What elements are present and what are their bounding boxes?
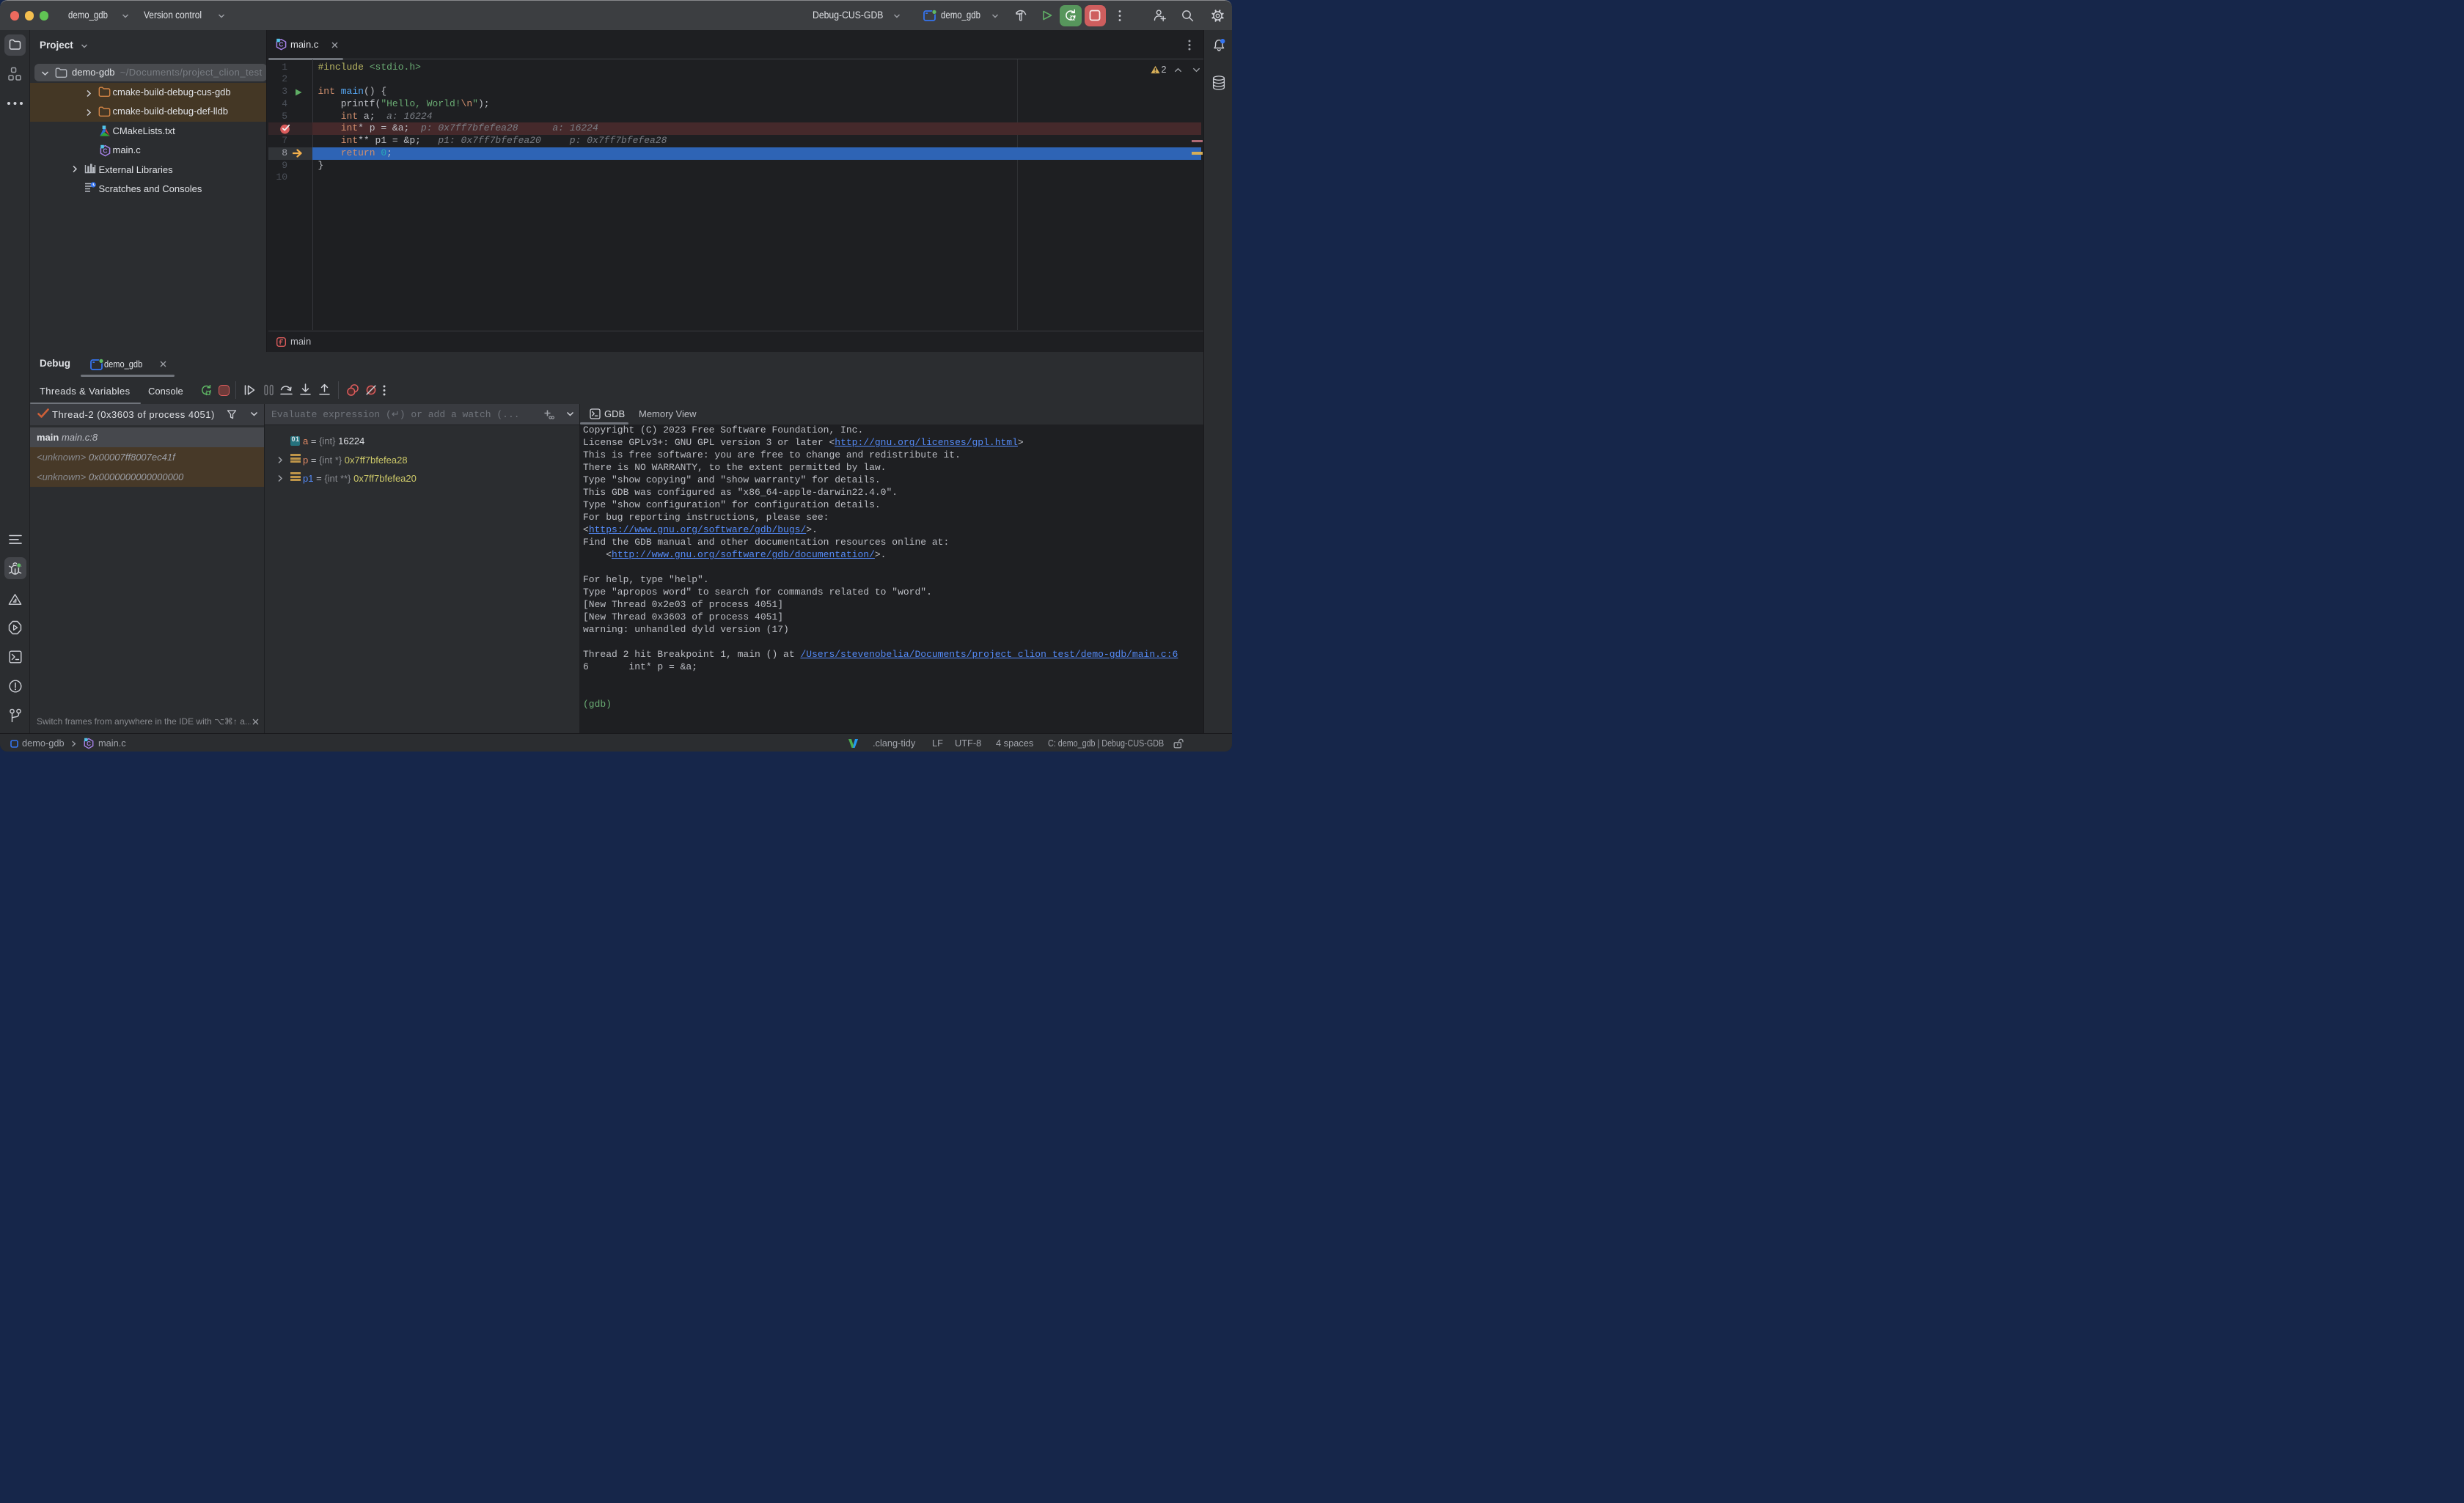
svg-text:C: C	[87, 740, 91, 746]
